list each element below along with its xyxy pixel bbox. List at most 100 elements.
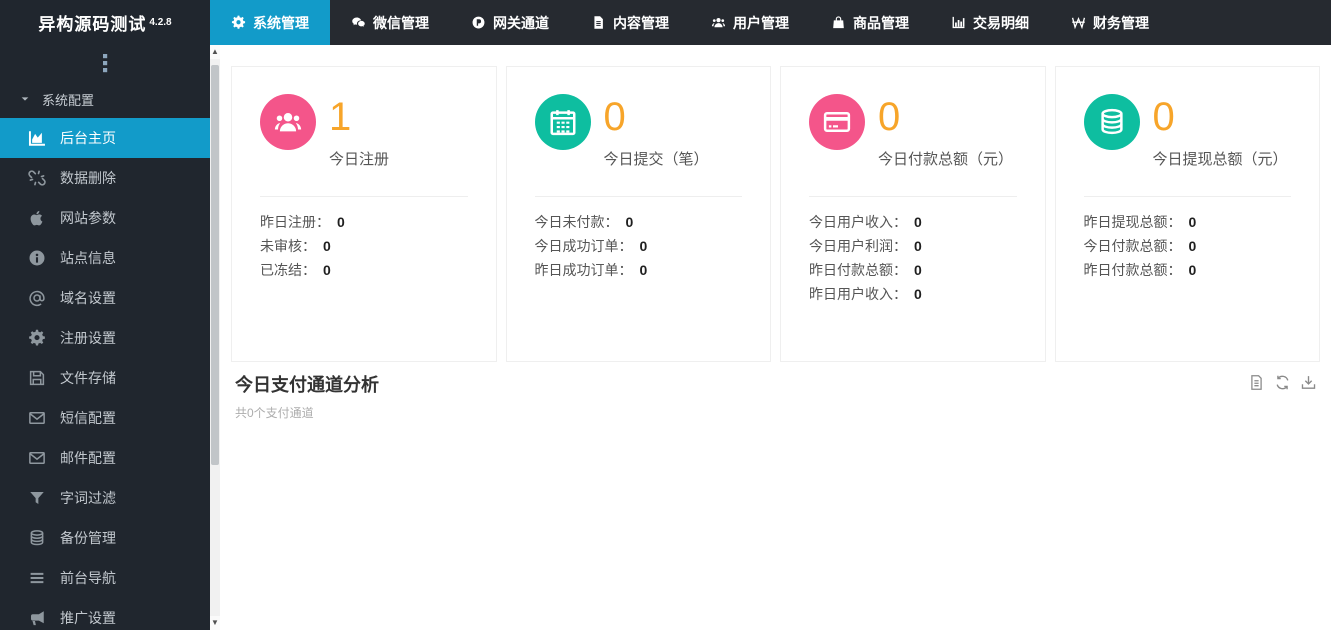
credit-card-icon [809,94,865,150]
sidebar-item-mail[interactable]: 邮件配置 [0,438,210,478]
stat-row-value: 0 [625,214,634,230]
nav-tab-label: 系统管理 [253,14,309,31]
nav-tab-label: 商品管理 [853,14,909,31]
calendar-icon [534,94,591,150]
stat-row-value: 0 [1188,214,1197,230]
stat-card-payment-today: 0 今日付款总额（元） 今日用户收入： 0 今日用户利润： 0 昨日付款总额： 0 昨日用户收入… [780,66,1046,362]
nav-tab-transactions[interactable]: 交易明细 [930,0,1050,45]
sidebar-item-data-delete[interactable]: 数据删除 [0,158,210,198]
sidebar-item-file-storage[interactable]: 文件存储 [0,358,210,398]
sidebar-item-site-info[interactable]: 站点信息 [0,238,210,278]
nav-tab-wechat[interactable]: 微信管理 [330,0,450,45]
stat-row-value: 0 [639,262,648,278]
sidebar-item-promotion[interactable]: 推广设置 [0,598,210,630]
stat-row-label: 昨日付款总额： [1083,262,1182,278]
stat-row-value: 0 [323,262,331,278]
sidebar-item-site-params[interactable]: 网站参数 [0,198,210,238]
file-icon [591,15,606,30]
stat-row-label: 昨日付款总额： [809,262,907,278]
app-logo: 异构源码测试 4.2.8 [0,0,210,45]
sidebar-item-label: 文件存储 [60,370,116,386]
filter-icon [26,489,48,507]
stat-rows: 今日用户收入： 0 今日用户利润： 0 昨日付款总额： 0 昨日用户收入： 0 [809,210,1017,306]
scrollbar-down-arrow[interactable]: ▼ [210,616,220,630]
database-icon [1083,94,1140,150]
sidebar-item-home[interactable]: 后台主页 [0,118,210,158]
nav-tab-goods[interactable]: 商品管理 [810,0,930,45]
save-icon [26,369,48,387]
sidebar-item-domain[interactable]: 域名设置 [0,278,210,318]
app-version: 4.2.8 [149,17,172,28]
stat-row: 今日用户收入： 0 [809,210,1017,234]
caret-down-icon [20,94,30,104]
nav-tab-label: 财务管理 [1093,14,1149,31]
stat-row: 今日未付款： 0 [535,210,743,234]
stat-rows: 昨日注册： 0 未审核： 0 已冻结： 0 [260,210,468,282]
stat-row: 已冻结： 0 [260,258,468,282]
stat-card-top: 0 今日提交（笔） [534,94,743,169]
sidebar-item-label: 站点信息 [60,250,116,266]
nav-tab-label: 微信管理 [373,14,429,31]
nav-tab-users[interactable]: 用户管理 [690,0,810,45]
sidebar-item-register[interactable]: 注册设置 [0,318,210,358]
stat-row-value: 0 [914,238,922,254]
sidebar-section-system-config[interactable]: 系统配置 [0,80,210,118]
stat-row-label: 今日付款总额： [1083,238,1182,254]
scrollbar-up-arrow[interactable]: ▲ [210,45,220,59]
scrollbar-thumb[interactable] [211,65,219,465]
gear-icon [26,329,48,347]
tool-download-button[interactable] [1300,374,1317,391]
divider [534,196,742,197]
stat-row-label: 昨日提现总额： [1083,214,1182,230]
bag-icon [831,15,846,30]
stat-row-value: 0 [1188,238,1197,254]
chart-bar-icon [951,15,966,30]
stat-row-label: 今日成功订单： [534,238,633,254]
nav-tab-content[interactable]: 内容管理 [570,0,690,45]
stat-row: 昨日提现总额： 0 [1084,210,1292,234]
tool-data-view-button[interactable] [1248,374,1265,391]
sidebar-item-backup[interactable]: 备份管理 [0,518,210,558]
stat-row: 昨日用户收入： 0 [809,282,1017,306]
stat-row-label: 今日未付款： [534,214,619,230]
nav-tab-label: 网关通道 [493,14,549,31]
sidebar-item-word-filter[interactable]: 字词过滤 [0,478,210,518]
nav-tab-finance[interactable]: 财务管理 [1050,0,1170,45]
stat-card-top: 1 今日注册 [260,94,468,169]
stat-label: 今日付款总额（元） [878,151,1014,168]
stat-label: 今日提现总额（元） [1152,151,1288,168]
stat-value: 1 [329,95,352,139]
stat-row-value: 0 [639,238,648,254]
stat-value: 0 [603,95,626,139]
sidebar-item-front-nav[interactable]: 前台导航 [0,558,210,598]
stat-row-value: 0 [1188,262,1197,278]
sidebar-item-label: 数据删除 [60,170,116,186]
refresh-icon [1274,374,1291,391]
stat-row: 昨日付款总额： 0 [1084,258,1292,282]
nav-tab-system[interactable]: 系统管理 [210,0,330,45]
users-icon [260,94,316,150]
main-content: 1 今日注册 昨日注册： 0 未审核： 0 已冻结： 0 0 今日提交（笔） 今日未付款： 0 今日成功… [220,45,1331,421]
wechat-icon [351,15,366,30]
envelope-icon [26,449,48,467]
stat-row: 昨日注册： 0 [260,210,468,234]
stat-row-label: 已冻结： [260,262,316,278]
stat-row: 今日成功订单： 0 [535,234,743,258]
stat-card-top: 0 今日提现总额（元） [1083,94,1292,169]
tool-refresh-button[interactable] [1274,374,1291,391]
stat-row-value: 0 [914,262,922,278]
sidebar-item-label: 推广设置 [60,610,116,626]
stat-label: 今日提交（笔） [603,151,709,168]
stat-cards: 1 今日注册 昨日注册： 0 未审核： 0 已冻结： 0 0 今日提交（笔） 今日未付款： 0 今日成功… [220,45,1331,362]
stat-row-label: 昨日用户收入： [809,286,907,302]
chain-broken-icon [26,169,48,187]
content-scrollbar[interactable]: ▲ ▼ [210,45,220,630]
sidebar-item-sms[interactable]: 短信配置 [0,398,210,438]
stat-row-label: 未审核： [260,238,316,254]
stat-rows: 昨日提现总额： 0 今日付款总额： 0 昨日付款总额： 0 [1084,210,1292,282]
download-icon [1300,374,1317,391]
top-nav: 系统管理 微信管理 网关通道 内容管理 用户管理 商品管理 交易明细 财务管理 [210,0,1331,45]
sidebar-item-label: 网站参数 [60,210,116,226]
nav-tab-gateway[interactable]: 网关通道 [450,0,570,45]
sidebar-collapse-button[interactable] [0,45,210,80]
